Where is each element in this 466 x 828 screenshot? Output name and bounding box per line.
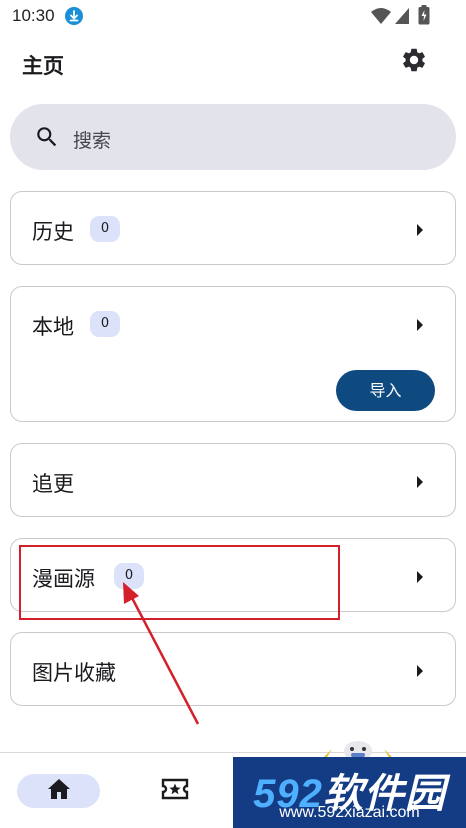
nav-home-tab[interactable] [17, 774, 100, 808]
chevron-right-icon [415, 663, 425, 677]
signal-icon [394, 7, 410, 29]
local-count-badge: 0 [90, 311, 120, 337]
local-label: 本地 [32, 315, 74, 339]
local-card[interactable]: 本地 0 导入 [10, 286, 456, 422]
gear-icon [400, 46, 428, 78]
chevron-right-icon [415, 317, 425, 331]
search-placeholder: 搜索 [73, 130, 112, 152]
comic-source-count-badge: 0 [114, 563, 144, 589]
watermark-banner: 592软件园 www.592xiazai.com [233, 757, 466, 828]
history-card[interactable]: 历史 0 [10, 191, 456, 265]
status-bar: 10:30 [0, 0, 466, 34]
image-favorites-card[interactable]: 图片收藏 [10, 632, 456, 706]
nav-tickets-tab[interactable] [160, 778, 190, 804]
follow-updates-label: 追更 [32, 472, 74, 496]
search-icon [34, 124, 60, 154]
ticket-star-icon [161, 778, 189, 804]
battery-icon [418, 5, 430, 29]
chevron-right-icon [415, 569, 425, 583]
history-label: 历史 [32, 220, 74, 244]
history-count-badge: 0 [90, 216, 120, 242]
search-bar[interactable]: 搜索 [10, 104, 456, 170]
chevron-right-icon [415, 222, 425, 236]
home-icon [47, 778, 71, 804]
chevron-right-icon [415, 474, 425, 488]
settings-button[interactable] [398, 46, 430, 78]
comic-source-label: 漫画源 [32, 567, 95, 591]
follow-updates-card[interactable]: 追更 [10, 443, 456, 517]
import-button[interactable]: 导入 [336, 370, 435, 411]
page-title: 主页 [22, 54, 64, 78]
watermark-url: www.592xiazai.com [279, 804, 420, 821]
comic-source-card[interactable]: 漫画源 0 [10, 538, 456, 612]
wifi-icon [370, 7, 392, 29]
download-icon [65, 7, 83, 25]
image-favorites-label: 图片收藏 [32, 661, 116, 685]
status-time: 10:30 [12, 6, 55, 25]
